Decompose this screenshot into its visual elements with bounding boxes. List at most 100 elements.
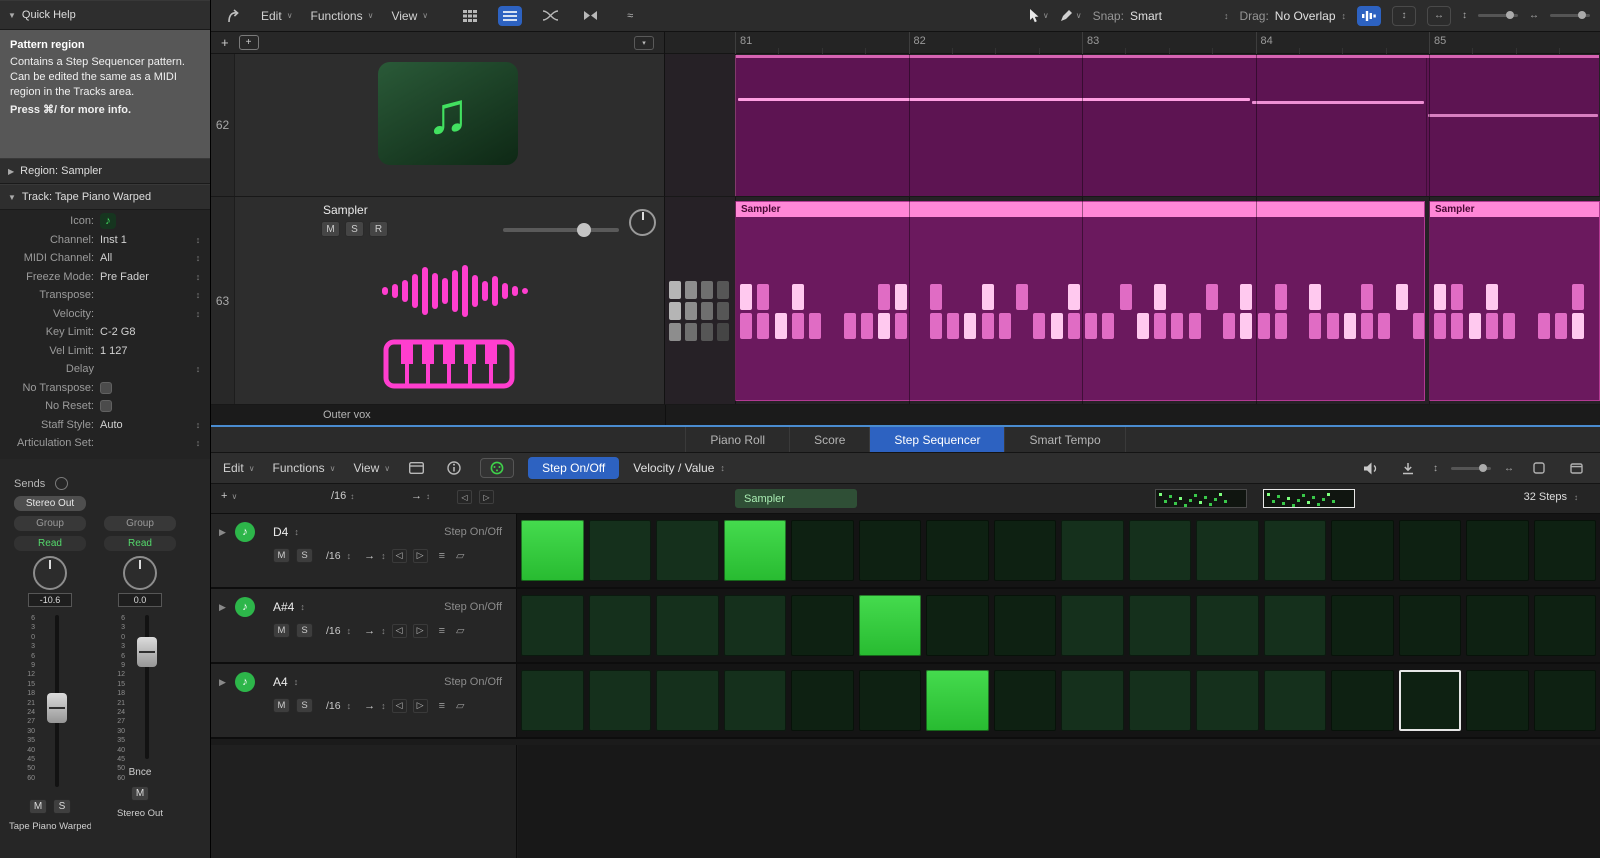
track-record-button[interactable]: R bbox=[369, 221, 388, 237]
step-cell[interactable] bbox=[1399, 670, 1462, 731]
step-cell[interactable] bbox=[589, 670, 652, 731]
inspector-param-staff-style-[interactable]: Staff Style:Auto↕ bbox=[0, 416, 210, 435]
tab-smart-tempo[interactable]: Smart Tempo bbox=[1004, 427, 1125, 452]
note-stepper-icon[interactable]: ↕ bbox=[300, 602, 305, 612]
volume-value[interactable]: -10.6 bbox=[28, 593, 72, 607]
value-mode-dropdown[interactable]: Velocity / Value ↕ bbox=[633, 461, 725, 475]
param-stepper-icon[interactable]: ↕ bbox=[192, 290, 204, 300]
region-name-bar[interactable]: Sampler bbox=[1430, 202, 1599, 217]
step-cell[interactable] bbox=[1061, 670, 1124, 731]
rotate-left-button[interactable]: ◁ bbox=[392, 624, 407, 638]
tracks-menu-view[interactable]: View∨ bbox=[391, 9, 428, 23]
tracks-menu-edit[interactable]: Edit∨ bbox=[261, 9, 293, 23]
inspector-param-velocity-[interactable]: Velocity:↕ bbox=[0, 305, 210, 324]
volume-fader[interactable]: 630369121518212427303540455060 bbox=[9, 613, 91, 791]
mute-button[interactable]: M bbox=[29, 799, 47, 814]
rate-stepper-icon[interactable]: ↕ bbox=[347, 626, 352, 636]
editor-menu-edit[interactable]: Edit∨ bbox=[223, 461, 255, 475]
pattern-page-2-overview[interactable] bbox=[1263, 489, 1355, 508]
rotate-right-button[interactable]: ▷ bbox=[479, 490, 494, 504]
inspector-param-freeze-mode-[interactable]: Freeze Mode:Pre Fader↕ bbox=[0, 268, 210, 287]
rotate-right-button[interactable]: ▷ bbox=[413, 699, 428, 713]
step-cell[interactable] bbox=[1129, 595, 1192, 656]
step-cell[interactable] bbox=[1061, 595, 1124, 656]
waveform-zoom-icon[interactable] bbox=[1357, 6, 1381, 26]
tab-piano-roll[interactable]: Piano Roll bbox=[685, 427, 789, 452]
step-cell[interactable] bbox=[589, 520, 652, 581]
row-solo-button[interactable]: S bbox=[296, 623, 313, 638]
rotate-right-button[interactable]: ▷ bbox=[413, 549, 428, 563]
back-arrow-icon[interactable] bbox=[221, 6, 245, 26]
step-cell[interactable] bbox=[859, 670, 922, 731]
editor-menu-functions[interactable]: Functions∨ bbox=[273, 461, 336, 475]
row-direction-control[interactable]: → bbox=[364, 625, 375, 637]
row-menu-icon[interactable]: ≡ bbox=[439, 550, 445, 562]
row-rate-control[interactable]: /16 bbox=[326, 700, 341, 712]
track-mute-button[interactable]: M bbox=[321, 221, 340, 237]
volume-value[interactable]: 0.0 bbox=[118, 593, 162, 607]
drag-dropdown[interactable]: Drag: No Overlap ↕ bbox=[1239, 9, 1346, 23]
pan-knob[interactable] bbox=[123, 556, 157, 590]
track-header-config-icon[interactable]: ▾ bbox=[634, 36, 654, 50]
row-mute-button[interactable]: M bbox=[273, 548, 290, 563]
step-cell[interactable] bbox=[926, 595, 989, 656]
row-note-name[interactable]: A#4 bbox=[273, 600, 294, 614]
inspector-param-transpose-[interactable]: Transpose:↕ bbox=[0, 286, 210, 305]
step-cell[interactable] bbox=[1331, 670, 1394, 731]
row-mute-button[interactable]: M bbox=[273, 623, 290, 638]
pattern-name-field[interactable]: Sampler bbox=[735, 489, 857, 508]
grid-view-icon[interactable] bbox=[458, 6, 482, 26]
step-cell[interactable] bbox=[1196, 670, 1259, 731]
mute-button[interactable]: M bbox=[131, 786, 149, 801]
pattern-region-sampler-1[interactable]: Sampler bbox=[735, 201, 1425, 401]
inspector-param-icon-[interactable]: Icon:♪ bbox=[0, 212, 210, 231]
quick-help-header[interactable]: ▼ Quick Help bbox=[0, 0, 210, 30]
command-click-tool[interactable]: ∨ bbox=[1060, 9, 1082, 22]
row-menu-icon[interactable]: ≡ bbox=[439, 625, 445, 637]
window-icon[interactable] bbox=[404, 458, 428, 478]
pattern-page-1-overview[interactable] bbox=[1155, 489, 1247, 508]
sends-section[interactable]: Sends bbox=[0, 470, 210, 497]
step-cell[interactable] bbox=[994, 670, 1057, 731]
track-volume-slider[interactable] bbox=[503, 228, 619, 232]
step-cell[interactable] bbox=[1466, 670, 1529, 731]
rotate-left-button[interactable]: ◁ bbox=[392, 699, 407, 713]
inspector-param-key-limit-[interactable]: Key Limit:C-2 G8 bbox=[0, 323, 210, 342]
direction-stepper-icon[interactable]: ↕ bbox=[381, 551, 386, 561]
step-cell[interactable] bbox=[589, 595, 652, 656]
horizontal-auto-zoom-icon[interactable]: ↔ bbox=[1427, 6, 1451, 26]
row-mute-button[interactable]: M bbox=[273, 698, 290, 713]
step-cell[interactable] bbox=[1264, 520, 1327, 581]
left-click-tool[interactable]: ∨ bbox=[1029, 9, 1049, 23]
horizontal-zoom-slider[interactable] bbox=[1550, 14, 1590, 17]
info-icon[interactable] bbox=[442, 458, 466, 478]
param-stepper-icon[interactable]: ↕ bbox=[192, 364, 204, 374]
midi-region-track62[interactable] bbox=[735, 55, 1599, 196]
tab-step-sequencer[interactable]: Step Sequencer bbox=[869, 427, 1004, 452]
track-inspector-header[interactable]: ▼ Track: Tape Piano Warped bbox=[0, 184, 210, 210]
join-icon[interactable] bbox=[578, 6, 602, 26]
inspector-param-channel-[interactable]: Channel:Inst 1↕ bbox=[0, 231, 210, 250]
rotate-left-button[interactable]: ◁ bbox=[457, 490, 472, 504]
row-rate-control[interactable]: /16 bbox=[326, 550, 341, 562]
step-cell[interactable] bbox=[656, 520, 719, 581]
step-cell[interactable] bbox=[1264, 670, 1327, 731]
rotate-right-button[interactable]: ▷ bbox=[413, 624, 428, 638]
param-stepper-icon[interactable]: ↕ bbox=[192, 438, 204, 448]
track-solo-button[interactable]: S bbox=[345, 221, 364, 237]
inspector-param-no-reset-[interactable]: No Reset: bbox=[0, 397, 210, 416]
step-cell[interactable] bbox=[1331, 595, 1394, 656]
step-cell[interactable] bbox=[859, 520, 922, 581]
automation-mode-button[interactable]: Read bbox=[14, 536, 86, 551]
row-play-icon[interactable]: ▶ bbox=[219, 677, 229, 688]
step-cell[interactable] bbox=[791, 670, 854, 731]
editor-menu-view[interactable]: View∨ bbox=[353, 461, 390, 475]
row-play-icon[interactable]: ▶ bbox=[219, 527, 229, 538]
param-stepper-icon[interactable]: ↕ bbox=[192, 235, 204, 245]
track-name[interactable]: Sampler bbox=[323, 203, 368, 217]
note-stepper-icon[interactable]: ↕ bbox=[294, 677, 299, 687]
direction-stepper-icon[interactable]: ↕ bbox=[381, 701, 386, 711]
group-button[interactable]: Group bbox=[104, 516, 176, 531]
inspector-param-articulation-set-[interactable]: Articulation Set:↕ bbox=[0, 434, 210, 453]
step-cell[interactable] bbox=[521, 520, 584, 581]
